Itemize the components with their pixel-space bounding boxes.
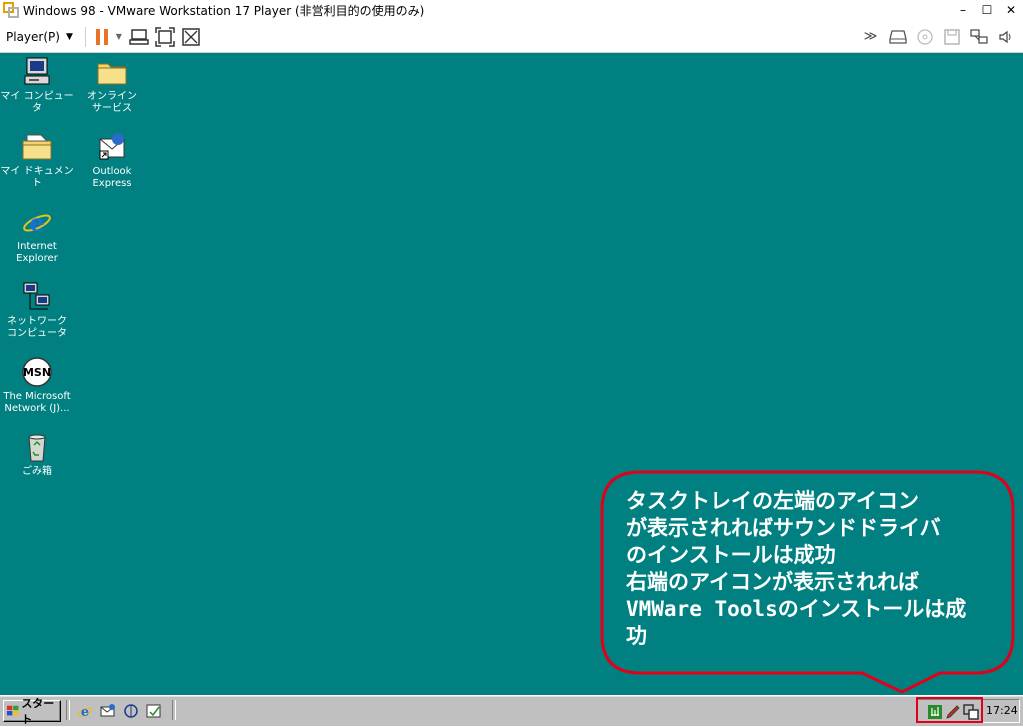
maximize-button[interactable]: ☐ xyxy=(975,0,999,20)
more-devices-button[interactable]: ≫ xyxy=(857,24,884,50)
chevron-down-icon: ▼ xyxy=(65,31,73,42)
minimize-button[interactable]: – xyxy=(951,0,975,20)
callout-text: タスクトレイの左端のアイコン が表示されればサウンドドライバ のインストールは成… xyxy=(626,489,967,648)
chevron-down-icon: ▼ xyxy=(115,32,122,41)
start-button[interactable]: スタート xyxy=(3,697,61,726)
player-menu-button[interactable]: Player(P) ▼ xyxy=(0,21,79,52)
quick-launch-show-desktop[interactable] xyxy=(145,702,163,720)
desktop-icon-label: ごみ箱 xyxy=(22,466,52,477)
msn-icon: MSN xyxy=(22,357,52,387)
window-title-bar: Windows 98 - VMware Workstation 17 Playe… xyxy=(0,0,1023,20)
device-icons: ≫ xyxy=(857,24,1023,50)
desktop-icon-recycle-bin[interactable]: ごみ箱 xyxy=(0,431,74,478)
pen-icon[interactable] xyxy=(945,704,961,720)
desktop-icon-outlook-express[interactable]: Outlook Express xyxy=(75,131,149,190)
recycle-bin-icon xyxy=(28,434,46,462)
taskbar-grip[interactable] xyxy=(66,700,70,720)
desktop-icon-label: マイ コンピュータ xyxy=(0,91,74,114)
svg-text:e: e xyxy=(81,705,89,719)
desktop-icon-label: The Microsoft Network (J)... xyxy=(3,391,71,414)
quick-launch-ie[interactable]: e xyxy=(76,702,94,720)
outlook-express-icon xyxy=(99,133,125,160)
cd-icon xyxy=(916,28,933,45)
taskbar-clock: 17:24 xyxy=(986,704,1018,717)
sound-button[interactable] xyxy=(992,24,1019,50)
hdd-button[interactable] xyxy=(884,24,911,50)
send-ctrl-alt-del-button[interactable] xyxy=(126,24,152,50)
pause-button[interactable] xyxy=(92,24,112,50)
annotation-callout: タスクトレイの左端のアイコン が表示されればサウンドドライバ のインストールは成… xyxy=(600,470,1015,694)
pause-dropdown-button[interactable]: ▼ xyxy=(112,24,126,50)
network-button[interactable] xyxy=(965,24,992,50)
toolbar-divider xyxy=(84,26,86,47)
guest-desktop: マイ コンピュータ オンライン サービス マイ ドキュメント Outlook E… xyxy=(0,53,1023,695)
desktop-icon-label: Internet Explorer xyxy=(16,241,58,264)
desktop-icon-msn[interactable]: MSN The Microsoft Network (J)... xyxy=(0,356,74,415)
desktop-icon-label: マイ ドキュメント xyxy=(0,166,74,189)
network-computer-icon xyxy=(23,282,50,310)
system-tray: 17:24 xyxy=(916,697,1020,723)
desktop-icon-internet-explorer[interactable]: e Internet Explorer xyxy=(0,206,74,265)
sound-icon xyxy=(998,30,1010,43)
internet-explorer-icon: e xyxy=(23,208,51,237)
quick-launch-outlook[interactable] xyxy=(99,702,117,720)
guest-taskbar: スタート e 17:24 xyxy=(0,695,1023,726)
network-icon xyxy=(969,28,988,44)
vmware-app-icon xyxy=(3,2,19,18)
channels-icon xyxy=(124,704,138,718)
ie-icon: e xyxy=(77,705,93,719)
unity-button[interactable] xyxy=(178,24,204,50)
desktop-icon-my-computer[interactable]: マイ コンピュータ xyxy=(0,56,74,115)
close-button[interactable]: ✕ xyxy=(999,0,1023,20)
floppy-button[interactable] xyxy=(938,24,965,50)
vmware-tools-icon[interactable] xyxy=(963,704,979,720)
start-label: スタート xyxy=(21,697,55,726)
player-toolbar: Player(P) ▼ ▼ ≫ xyxy=(0,21,1023,53)
sound-driver-icon[interactable] xyxy=(927,704,943,720)
send-ctrl-alt-del-icon xyxy=(129,28,149,45)
desktop-icon-my-documents[interactable]: マイ ドキュメント xyxy=(0,131,74,190)
outlook-icon xyxy=(100,704,115,717)
unity-icon xyxy=(182,27,200,46)
pause-icon xyxy=(95,28,108,45)
svg-text:MSN: MSN xyxy=(23,366,51,379)
more-devices-icon: ≫ xyxy=(863,29,878,44)
player-menu-label: Player(P) xyxy=(6,29,60,44)
window-title: Windows 98 - VMware Workstation 17 Playe… xyxy=(23,3,425,18)
folder-icon xyxy=(97,63,127,85)
desktop-icon-label: Outlook Express xyxy=(92,166,132,189)
show-desktop-icon xyxy=(146,704,161,718)
cd-button[interactable] xyxy=(911,24,938,50)
taskbar-grip[interactable] xyxy=(172,700,176,720)
fit-guest-icon xyxy=(155,26,175,47)
desktop-icon-online-services[interactable]: オンライン サービス xyxy=(75,56,149,115)
hdd-icon xyxy=(888,29,907,44)
my-documents-icon xyxy=(22,134,52,160)
desktop-icon-label: ネットワーク コンピュータ xyxy=(7,316,67,339)
desktop-icon-label: オンライン サービス xyxy=(87,91,137,114)
fit-guest-button[interactable] xyxy=(152,24,178,50)
my-computer-icon xyxy=(24,57,50,85)
windows-logo-icon xyxy=(7,705,19,716)
floppy-icon xyxy=(943,28,960,45)
svg-text:e: e xyxy=(29,208,44,237)
desktop-icon-network-computer[interactable]: ネットワーク コンピュータ xyxy=(0,281,74,340)
quick-launch-channels[interactable] xyxy=(122,702,140,720)
